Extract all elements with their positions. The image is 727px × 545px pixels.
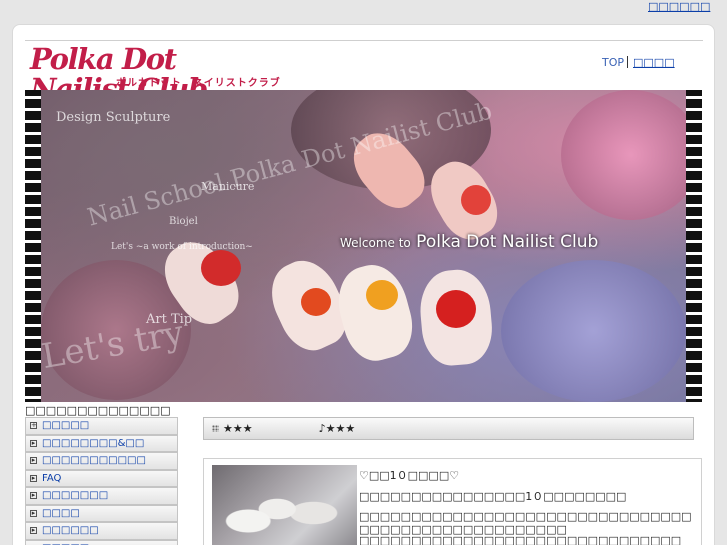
sidebar-item-label: □□□□□□□□□□□ xyxy=(42,455,146,467)
top-right-link[interactable]: □□□□□□ xyxy=(648,0,710,13)
sidebar-item-6[interactable]: ▸ □□□□ xyxy=(25,504,178,522)
hero-welcome-name: Polka Dot Nailist Club xyxy=(416,232,599,252)
hero-text-works: Let's ~a work of introduction~ xyxy=(111,242,253,252)
article-text-1: □□□□□□□□□□□□□□□□1０□□□□□□□□ xyxy=(359,490,627,503)
hero-banner: Design Sculpture Nail School Polka Dot N… xyxy=(25,90,702,402)
hero-welcome: Welcome to Polka Dot Nailist Club xyxy=(340,232,598,252)
film-strip-left xyxy=(25,90,41,402)
hero-text-biojel: Biojel xyxy=(169,216,198,227)
sidebar-item-label: □□□□□□□ xyxy=(42,490,109,502)
site-logo[interactable]: Polka Dot Nailist Club ポルカドット ネイリストクラブ xyxy=(30,44,280,104)
nav-second-link[interactable]: □□□□ xyxy=(633,56,675,69)
hero-text-design: Design Sculpture xyxy=(56,110,171,125)
boxed-arrow-icon: ▸ xyxy=(30,438,37,447)
sidebar-item-2[interactable]: ▸ □□□□□□□□&□□ xyxy=(25,434,178,452)
boxed-arrow-icon: ▸ xyxy=(30,526,37,535)
boxed-arrow-icon: ▸ xyxy=(30,508,37,517)
article-text-2: □□□□□□□□□□□□□□□□□□□□□□□□□□□□□□□□□□□□□□□□… xyxy=(359,510,692,536)
sidebar-item-label: □□□□□□□□&□□ xyxy=(42,437,145,449)
article-text-3: □□□□□□□□□□□□□□□□□□□□□□□□□□□□□□□ xyxy=(359,534,682,545)
grip-icon xyxy=(212,425,219,432)
logo-japanese: ポルカドット ネイリストクラブ xyxy=(116,78,281,89)
article-title: ♡□□1０□□□□♡ xyxy=(359,469,460,482)
plus-icon: + xyxy=(30,421,37,430)
boxed-arrow-icon: ▸ xyxy=(30,491,37,500)
sidebar-item-3[interactable]: ▸ □□□□□□□□□□□ xyxy=(25,452,178,470)
sidebar-item-label: □□□□ xyxy=(42,507,80,519)
sidebar-item-7[interactable]: ▸ □□□□□□ xyxy=(25,522,178,540)
news-heading-bar: ★★★ ♪★★★ xyxy=(203,417,694,440)
hero-welcome-to: Welcome to xyxy=(340,236,411,250)
header-divider xyxy=(25,40,703,41)
sidebar-item-faq[interactable]: ▸ FAQ xyxy=(25,469,178,487)
sidebar-item-8[interactable]: ▸□□□□□ xyxy=(25,539,178,545)
sidebar-menu: + □□□□□ ▸ □□□□□□□□&□□ ▸ □□□□□□□□□□□ ▸ FAQ ▸ □… xyxy=(25,417,178,545)
nav-separator xyxy=(627,56,629,68)
header-nav: TOP □□□□ xyxy=(602,56,675,69)
article-photo xyxy=(212,465,357,545)
sidebar-title: □□□□□□□□□□□□□□ xyxy=(25,404,171,417)
boxed-arrow-icon: ▸ xyxy=(30,456,37,465)
hero-text-manicure: Manicure xyxy=(201,180,255,193)
news-bar-right: ♪★★★ xyxy=(318,422,356,435)
sidebar-item-5[interactable]: ▸ □□□□□□□ xyxy=(25,487,178,505)
news-bar-left: ★★★ xyxy=(223,422,253,435)
boxed-arrow-icon: ▸ xyxy=(30,473,37,482)
nav-top-link[interactable]: TOP xyxy=(602,56,624,69)
film-strip-right xyxy=(686,90,702,402)
sidebar-item-label: □□□□□□ xyxy=(42,525,99,537)
sidebar-item-label: □□□□□ xyxy=(42,420,90,432)
sidebar-item-label: FAQ xyxy=(42,472,62,484)
sidebar-item-1[interactable]: + □□□□□ xyxy=(25,417,178,435)
